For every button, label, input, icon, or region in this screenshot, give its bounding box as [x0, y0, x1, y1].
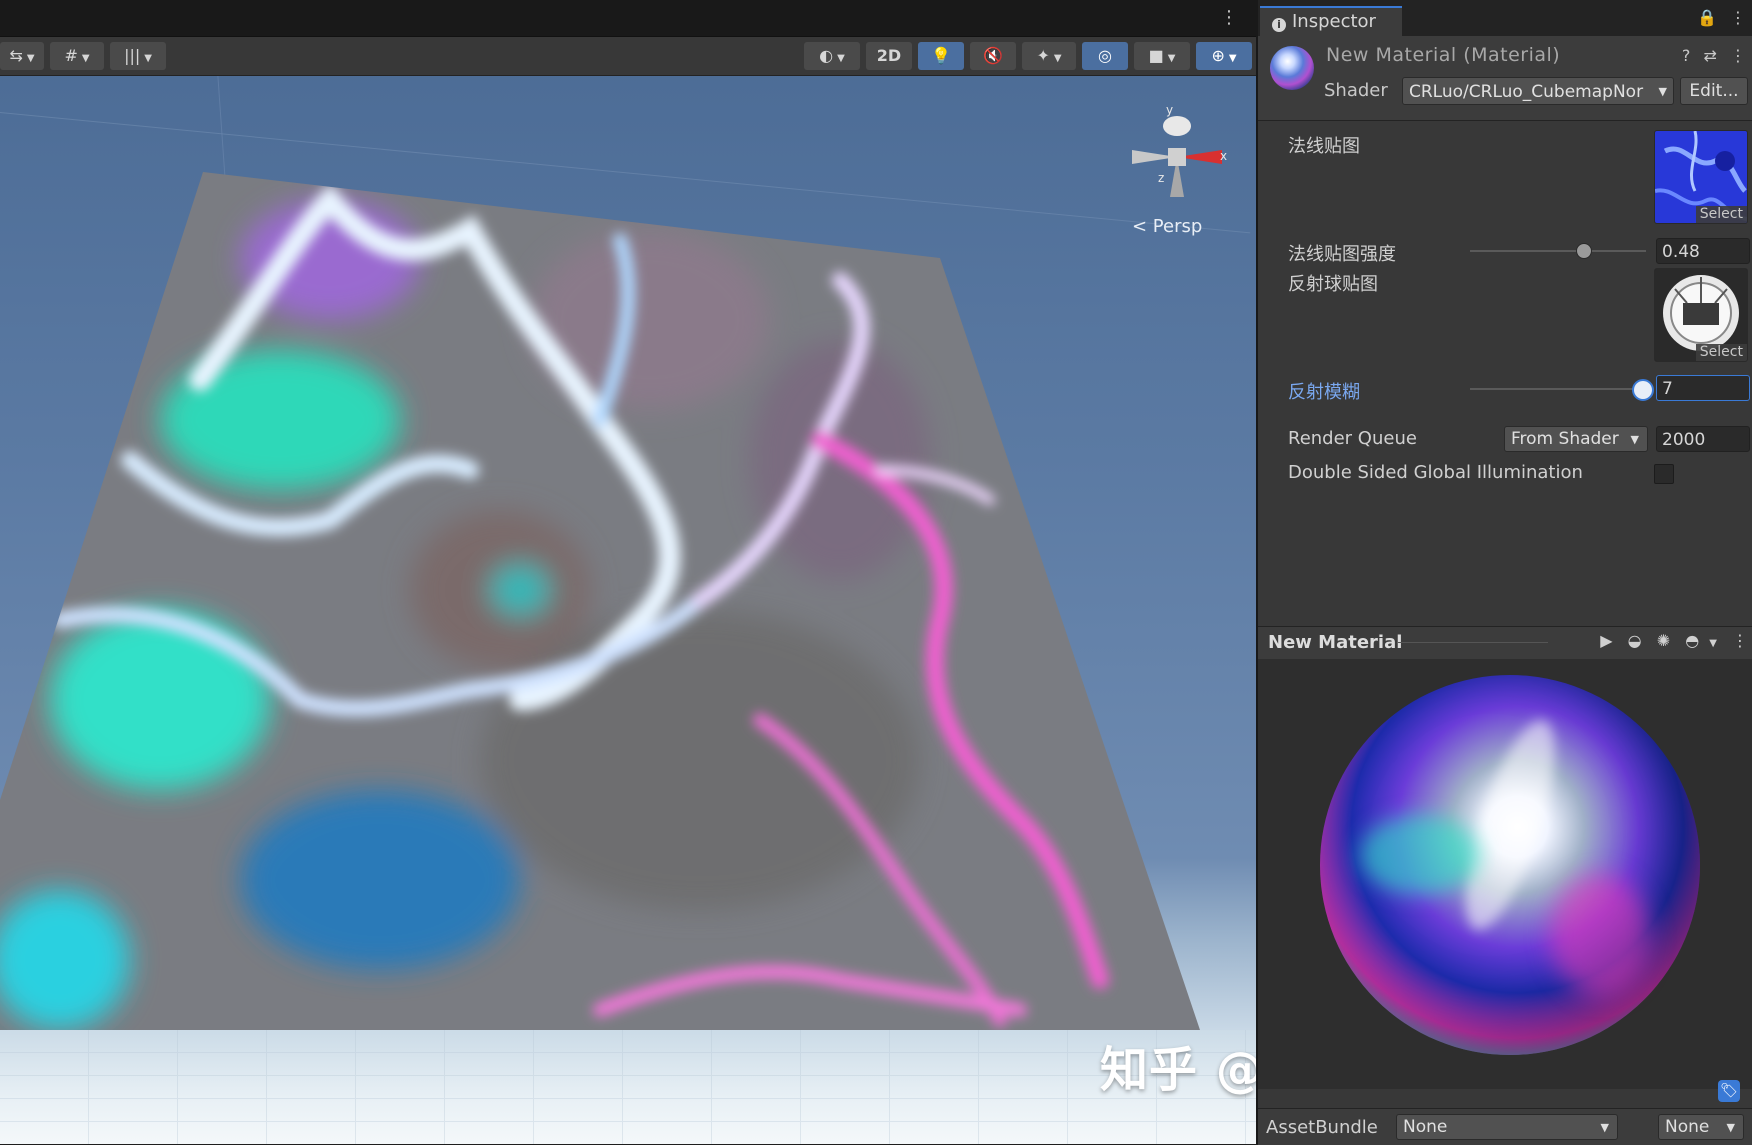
increment-snap-button[interactable]: ||| ▼ — [110, 42, 166, 70]
more-options-icon[interactable]: ⋮ — [1730, 46, 1746, 65]
header-controls: ? ⇄ ⋮ — [1682, 46, 1746, 65]
help-icon[interactable]: ? — [1682, 46, 1691, 65]
more-options-icon[interactable]: ⋮ — [1730, 8, 1746, 27]
background-sphere-icon[interactable]: ◓ ▼ — [1685, 631, 1717, 650]
label-tag-icon[interactable]: 🏷 — [1718, 1080, 1740, 1102]
preview-header[interactable]: New Material ▶ ◒ ✺ ◓ ▼ ⋮ — [1258, 626, 1752, 660]
presets-icon[interactable]: ⇄ — [1704, 46, 1717, 65]
preview-drag-handle[interactable] — [1398, 642, 1548, 643]
sphere-highlight — [1550, 875, 1650, 995]
sphere-highlight — [1360, 815, 1480, 895]
normal-strength-slider-handle[interactable] — [1576, 243, 1592, 259]
orientation-gizmo[interactable]: y x z — [1122, 102, 1232, 212]
grid-snap-button[interactable]: # ▼ — [50, 42, 104, 70]
light-icon[interactable]: ✺ — [1657, 631, 1670, 650]
shader-dropdown-value: CRLuo/CRLuo_CubemapNor — [1409, 82, 1644, 102]
material-title: New Material (Material) — [1326, 44, 1561, 66]
reflection-blur-field[interactable]: 7 — [1656, 375, 1750, 401]
chevron-down-icon: ▼ — [1658, 85, 1667, 98]
watermark: 知乎 @CRomputer罗老师 — [1100, 1042, 1256, 1098]
reflection-blur-slider-handle[interactable] — [1632, 379, 1654, 401]
more-options-icon[interactable]: ⋮ — [1220, 8, 1238, 28]
double-sided-gi-checkbox[interactable] — [1654, 464, 1674, 484]
render-queue-label: Render Queue — [1288, 428, 1417, 449]
gizmos-button[interactable]: ⊕ ▼ — [1196, 42, 1252, 70]
asset-bundle-label: AssetBundle — [1266, 1117, 1378, 1138]
material-preview[interactable] — [1258, 659, 1752, 1089]
shader-dropdown[interactable]: CRLuo/CRLuo_CubemapNor ▼ — [1402, 77, 1674, 105]
normal-strength-label: 法线贴图强度 — [1288, 244, 1396, 265]
chevron-down-icon: ▼ — [1600, 1121, 1609, 1134]
double-sided-gi-label: Double Sided Global Illumination — [1288, 462, 1583, 483]
preview-sphere — [1320, 675, 1700, 1055]
render-queue-dropdown[interactable]: From Shader ▼ — [1504, 426, 1648, 452]
material-header: New Material (Material) ? ⇄ ⋮ Shader CRL… — [1258, 36, 1752, 121]
projection-label[interactable]: < Persp — [1132, 216, 1202, 237]
info-icon: i — [1272, 18, 1286, 32]
lighting-toggle-button[interactable]: 💡 — [918, 42, 964, 70]
edit-shader-button[interactable]: Edit... — [1680, 77, 1748, 105]
asset-bundle-name: None — [1403, 1117, 1448, 1137]
grid-line — [0, 112, 1251, 234]
sphere-highlight — [1447, 711, 1573, 939]
scene-topbar: ⋮ — [0, 0, 1256, 37]
render-queue-mode: From Shader — [1511, 429, 1619, 449]
inspector-tabbar: i Inspector 🔒 ⋮ — [1258, 0, 1752, 38]
camera-settings-button[interactable]: ■ ▼ — [1134, 42, 1190, 70]
normal-map-slot[interactable]: Select — [1654, 130, 1748, 224]
inspector-panel: i Inspector 🔒 ⋮ New Material (Material) ?… — [1256, 0, 1752, 1145]
reflection-map-select-button[interactable]: Select — [1695, 344, 1747, 361]
tab-inspector-label: Inspector — [1292, 11, 1376, 32]
scene-view[interactable]: ⋮ ⇆ ▼ # ▼ ||| ▼ ◐ ▼ 2D 💡 🔇 ✦ ▼ ◎ ■ ▼ ⊕ ▼ y x z … — [0, 0, 1256, 1144]
asset-bundle-name-dropdown[interactable]: None ▼ — [1396, 1114, 1618, 1140]
axis-y-label: y — [1166, 103, 1173, 117]
reflection-map-slot[interactable]: Select — [1654, 268, 1748, 362]
pivot-toggle-button[interactable]: ⇆ ▼ — [0, 42, 44, 70]
2d-toggle-button[interactable]: 2D — [866, 42, 912, 70]
reflection-blur-label: 反射模糊 — [1288, 382, 1360, 403]
effects-toggle-button[interactable]: ✦ ▼ — [1022, 42, 1076, 70]
reflection-blur-slider[interactable] — [1470, 388, 1646, 390]
preview-controls: ▶ ◒ ✺ ◓ ▼ ⋮ — [1590, 631, 1748, 650]
render-queue-field[interactable]: 2000 — [1656, 426, 1750, 452]
shader-label: Shader — [1324, 80, 1388, 101]
normal-map-select-button[interactable]: Select — [1695, 206, 1747, 223]
more-options-icon[interactable]: ⋮ — [1732, 631, 1748, 650]
scene-toolbar: ⇆ ▼ # ▼ ||| ▼ ◐ ▼ 2D 💡 🔇 ✦ ▼ ◎ ■ ▼ ⊕ ▼ — [0, 37, 1256, 76]
tab-controls: 🔒 ⋮ — [1697, 8, 1746, 27]
visibility-toggle-button[interactable]: ◎ — [1082, 42, 1128, 70]
audio-toggle-button[interactable]: 🔇 — [970, 42, 1016, 70]
chevron-down-icon: ▼ — [1726, 1121, 1735, 1134]
normal-strength-slider[interactable] — [1470, 250, 1646, 252]
draw-mode-button[interactable]: ◐ ▼ — [804, 42, 860, 70]
asset-bundle-bar: AssetBundle None ▼ None ▼ — [1258, 1108, 1752, 1145]
material-icon — [1270, 46, 1314, 90]
chevron-down-icon: ▼ — [1630, 433, 1639, 446]
mesh-shape-icon[interactable]: ◒ — [1628, 631, 1642, 650]
preview-title: New Material — [1268, 632, 1403, 653]
axis-z-label: z — [1158, 171, 1164, 185]
asset-bundle-variant: None — [1665, 1117, 1710, 1137]
ground-grid — [0, 1030, 1256, 1144]
axis-gizmo-icon: y x z — [1132, 103, 1227, 197]
reflection-map-label: 反射球贴图 — [1288, 274, 1378, 295]
lock-icon[interactable]: 🔒 — [1697, 8, 1717, 27]
axis-x-label: x — [1220, 149, 1227, 163]
play-icon[interactable]: ▶ — [1600, 631, 1612, 650]
tab-inspector[interactable]: i Inspector — [1260, 6, 1402, 38]
normal-map-label: 法线贴图 — [1288, 136, 1360, 157]
asset-bundle-variant-dropdown[interactable]: None ▼ — [1658, 1114, 1744, 1140]
normal-strength-field[interactable]: 0.48 — [1656, 238, 1750, 264]
